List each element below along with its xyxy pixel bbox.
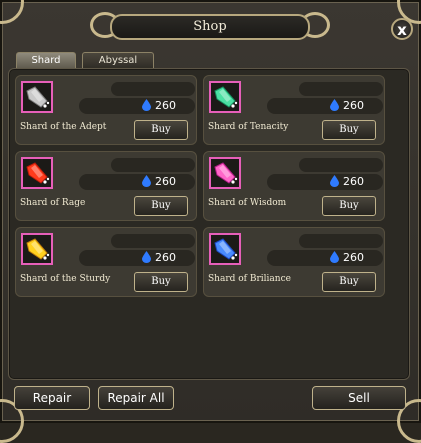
shard-icon[interactable] bbox=[21, 157, 53, 189]
shard-icon[interactable] bbox=[21, 233, 53, 265]
shop-item: 260 Shard of Rage Buy bbox=[15, 151, 197, 221]
name-bar bbox=[299, 82, 383, 96]
shard-gem-icon bbox=[214, 86, 238, 108]
frame-ornament bbox=[0, 0, 24, 24]
shard-gem-icon bbox=[214, 238, 238, 260]
shop-item: 260 Shard of the Adept Buy bbox=[15, 75, 197, 145]
item-name: Shard of Wisdom bbox=[208, 198, 287, 208]
blue-drop-icon bbox=[330, 175, 339, 187]
shard-icon[interactable] bbox=[209, 81, 241, 113]
shop-window: Shop x Shard Abyssal 260 Shard of the Ad… bbox=[0, 0, 421, 443]
shard-icon[interactable] bbox=[209, 233, 241, 265]
name-bar bbox=[299, 234, 383, 248]
buy-button[interactable]: Buy bbox=[134, 272, 188, 292]
item-name: Shard of Tenacity bbox=[208, 122, 289, 132]
buy-button[interactable]: Buy bbox=[322, 272, 376, 292]
item-price: 260 bbox=[343, 99, 364, 112]
shard-gem-icon bbox=[26, 162, 50, 184]
item-name: Shard of Rage bbox=[20, 198, 86, 208]
blue-drop-icon bbox=[142, 99, 151, 111]
blue-drop-icon bbox=[142, 251, 151, 263]
price-bar bbox=[267, 98, 383, 114]
window-title: Shop bbox=[110, 14, 310, 40]
item-price: 260 bbox=[155, 251, 176, 264]
repair-button[interactable]: Repair bbox=[14, 386, 90, 410]
shop-item: 260 Shard of Tenacity Buy bbox=[203, 75, 385, 145]
close-button[interactable]: x bbox=[391, 18, 413, 40]
item-price: 260 bbox=[155, 175, 176, 188]
name-bar bbox=[111, 82, 195, 96]
shop-item: 260 Shard of the Sturdy Buy bbox=[15, 227, 197, 297]
tab-shard[interactable]: Shard bbox=[16, 52, 76, 69]
shop-item: 260 Shard of Briliance Buy bbox=[203, 227, 385, 297]
buy-button[interactable]: Buy bbox=[134, 120, 188, 140]
close-icon: x bbox=[397, 21, 407, 39]
shop-item: 260 Shard of Wisdom Buy bbox=[203, 151, 385, 221]
item-grid: 260 Shard of the Adept Buy 260 Shard of … bbox=[8, 68, 410, 380]
item-price: 260 bbox=[343, 251, 364, 264]
repair-all-button[interactable]: Repair All bbox=[98, 386, 174, 410]
name-bar bbox=[299, 158, 383, 172]
name-bar bbox=[111, 158, 195, 172]
buy-button[interactable]: Buy bbox=[134, 196, 188, 216]
tab-abyssal[interactable]: Abyssal bbox=[82, 52, 154, 69]
title-bar: Shop bbox=[90, 8, 330, 42]
item-name: Shard of the Adept bbox=[20, 122, 107, 132]
price-bar bbox=[79, 174, 195, 190]
shard-gem-icon bbox=[214, 162, 238, 184]
shard-icon[interactable] bbox=[209, 157, 241, 189]
price-bar bbox=[79, 98, 195, 114]
item-name: Shard of Briliance bbox=[208, 274, 291, 284]
shard-gem-icon bbox=[26, 238, 50, 260]
price-bar bbox=[79, 250, 195, 266]
shard-gem-icon bbox=[26, 86, 50, 108]
item-price: 260 bbox=[155, 99, 176, 112]
item-name: Shard of the Sturdy bbox=[20, 274, 111, 284]
buy-button[interactable]: Buy bbox=[322, 120, 376, 140]
blue-drop-icon bbox=[330, 99, 339, 111]
item-price: 260 bbox=[343, 175, 364, 188]
price-bar bbox=[267, 250, 383, 266]
name-bar bbox=[111, 234, 195, 248]
buy-button[interactable]: Buy bbox=[322, 196, 376, 216]
shard-icon[interactable] bbox=[21, 81, 53, 113]
blue-drop-icon bbox=[330, 251, 339, 263]
blue-drop-icon bbox=[142, 175, 151, 187]
sell-button[interactable]: Sell bbox=[312, 386, 406, 410]
price-bar bbox=[267, 174, 383, 190]
